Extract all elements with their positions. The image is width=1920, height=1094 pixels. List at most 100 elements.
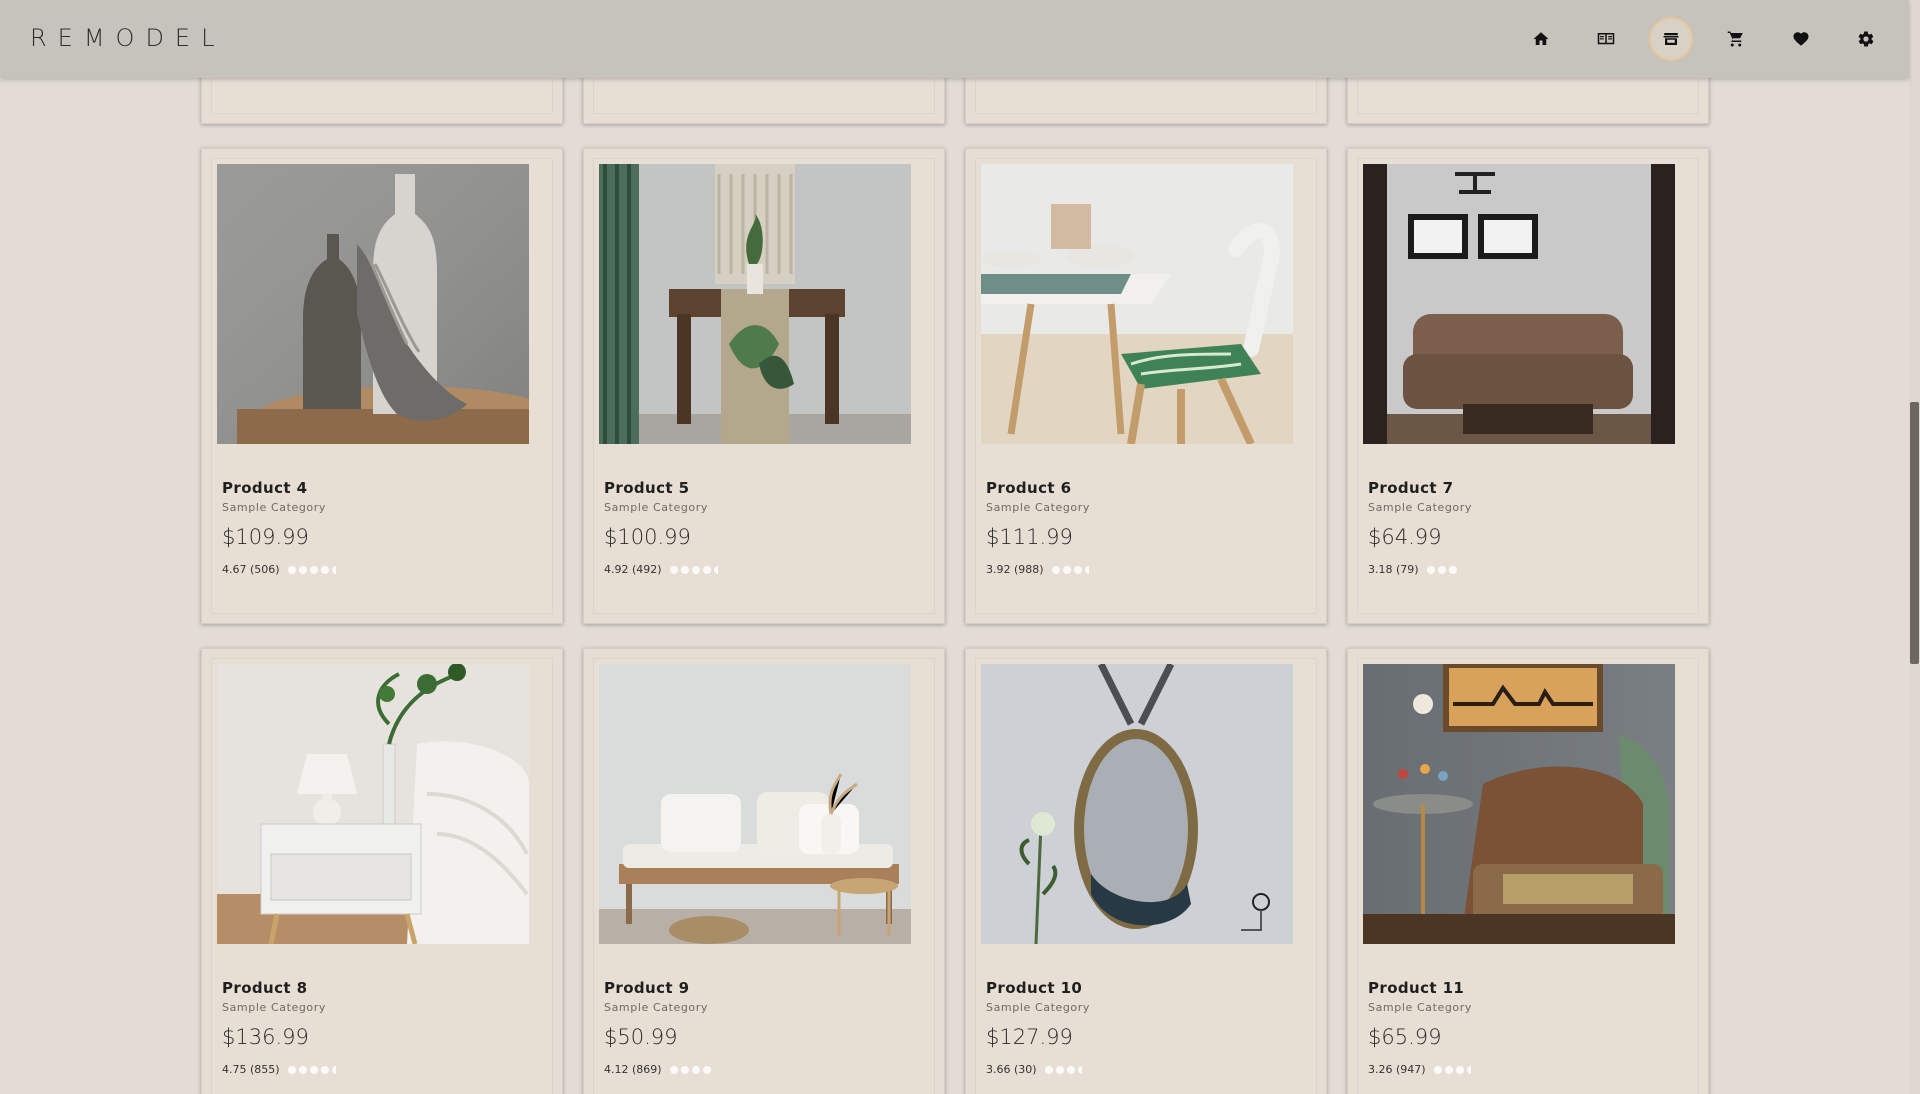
favorites-button[interactable]	[1779, 17, 1823, 61]
product-category: Sample Category	[986, 1001, 1090, 1014]
product-card[interactable]: Product 8 Sample Category $136.99 4.75 (…	[201, 648, 563, 1094]
rating-dot	[1437, 565, 1446, 574]
product-image[interactable]	[217, 664, 529, 944]
scrollbar-thumb[interactable]	[1910, 402, 1919, 664]
rating-dot-half	[1077, 1065, 1082, 1074]
product-photo	[217, 164, 529, 444]
gear-icon	[1858, 31, 1874, 47]
product-price: $65.99	[1368, 1025, 1442, 1049]
product-photo	[1363, 164, 1675, 444]
rating-text: 3.18 (79)	[1368, 563, 1419, 576]
product-rating: 3.66 (30)	[986, 1063, 1085, 1076]
rating-dot-half	[1466, 1065, 1471, 1074]
product-image[interactable]	[981, 164, 1293, 444]
rating-dots	[1426, 565, 1460, 574]
rating-dot	[691, 1065, 700, 1074]
product-image[interactable]	[981, 664, 1293, 944]
product-name[interactable]: Product 11	[1368, 979, 1464, 997]
rating-dots	[287, 1065, 339, 1074]
product-name[interactable]: Product 7	[1368, 479, 1453, 497]
home-icon	[1533, 32, 1549, 45]
product-card[interactable]: Product 10 Sample Category $127.99 3.66 …	[965, 648, 1327, 1094]
product-price: $100.99	[604, 525, 691, 549]
product-image[interactable]	[1363, 164, 1675, 444]
product-photo	[981, 164, 1293, 444]
rating-dot	[1044, 1065, 1053, 1074]
rating-dot	[309, 565, 318, 574]
catalog-icon	[1597, 33, 1615, 45]
rating-dot	[1433, 1065, 1442, 1074]
product-card[interactable]: Product 4 Sample Category $109.99 4.67 (…	[201, 148, 563, 624]
cart-button[interactable]	[1714, 17, 1758, 61]
product-rating: 4.75 (855)	[222, 1063, 339, 1076]
product-card[interactable]: Product 11 Sample Category $65.99 3.26 (…	[1347, 648, 1709, 1094]
rating-text: 4.75 (855)	[222, 1063, 280, 1076]
rating-dot	[320, 1065, 329, 1074]
viewport: 3.92 (615) 4.12 (997) 3.70 (593) 4.13 (3…	[0, 0, 1920, 1094]
rating-dots	[1433, 1065, 1474, 1074]
product-category: Sample Category	[1368, 501, 1472, 514]
brand-logo[interactable]: REMODEL	[30, 24, 225, 52]
rating-dot	[702, 565, 711, 574]
product-photo	[599, 164, 911, 444]
rating-text: 3.26 (947)	[1368, 1063, 1426, 1076]
rating-dot	[1073, 565, 1082, 574]
product-image[interactable]	[217, 164, 529, 444]
product-photo	[217, 664, 529, 944]
product-card[interactable]: Product 9 Sample Category $50.99 4.12 (8…	[583, 648, 945, 1094]
scrollbar[interactable]	[1909, 0, 1920, 1094]
product-card[interactable]: Product 6 Sample Category $111.99 3.92 (…	[965, 148, 1327, 624]
store-button[interactable]	[1649, 17, 1693, 61]
rating-dot	[1055, 1065, 1064, 1074]
cart-icon	[1727, 31, 1743, 47]
product-card[interactable]: Product 5 Sample Category $100.99 4.92 (…	[583, 148, 945, 624]
product-category: Sample Category	[986, 501, 1090, 514]
rating-dots	[669, 565, 721, 574]
product-rating: 4.92 (492)	[604, 563, 721, 576]
product-image[interactable]	[1363, 664, 1675, 944]
rating-text: 3.92 (988)	[986, 563, 1044, 576]
product-name[interactable]: Product 9	[604, 979, 689, 997]
product-image[interactable]	[599, 664, 911, 944]
nav-icons	[1498, 17, 1909, 61]
rating-text: 4.67 (506)	[222, 563, 280, 576]
product-price: $50.99	[604, 1025, 678, 1049]
top-navigation-bar: REMODEL	[0, 0, 1909, 78]
product-rating: 3.92 (988)	[986, 563, 1092, 576]
rating-dot	[1455, 1065, 1464, 1074]
product-name[interactable]: Product 8	[222, 979, 307, 997]
product-photo	[981, 664, 1293, 944]
product-category: Sample Category	[222, 1001, 326, 1014]
rating-dot	[691, 565, 700, 574]
product-rating: 3.18 (79)	[1368, 563, 1460, 576]
product-category: Sample Category	[604, 1001, 708, 1014]
product-image[interactable]	[599, 164, 911, 444]
settings-button[interactable]	[1844, 17, 1888, 61]
rating-dot	[1051, 565, 1060, 574]
store-icon	[1663, 33, 1679, 45]
catalog-button[interactable]	[1584, 17, 1628, 61]
rating-dot	[1066, 1065, 1075, 1074]
product-photo	[599, 664, 911, 944]
product-name[interactable]: Product 6	[986, 479, 1071, 497]
rating-dot	[669, 1065, 678, 1074]
product-name[interactable]: Product 10	[986, 979, 1082, 997]
product-rating: 3.26 (947)	[1368, 1063, 1474, 1076]
product-name[interactable]: Product 5	[604, 479, 689, 497]
home-button[interactable]	[1519, 17, 1563, 61]
rating-dot	[1062, 565, 1071, 574]
product-price: $111.99	[986, 525, 1073, 549]
product-rating: 4.67 (506)	[222, 563, 339, 576]
product-category: Sample Category	[222, 501, 326, 514]
rating-dot-half	[331, 1065, 336, 1074]
rating-dot-half	[1084, 565, 1089, 574]
product-card[interactable]: Product 7 Sample Category $64.99 3.18 (7…	[1347, 148, 1709, 624]
rating-dot-half	[713, 565, 718, 574]
rating-dot	[669, 565, 678, 574]
product-photo	[1363, 664, 1675, 944]
rating-dot	[1444, 1065, 1453, 1074]
rating-dot	[680, 1065, 689, 1074]
product-name[interactable]: Product 4	[222, 479, 307, 497]
rating-dot	[702, 1065, 711, 1074]
rating-dot	[1426, 565, 1435, 574]
